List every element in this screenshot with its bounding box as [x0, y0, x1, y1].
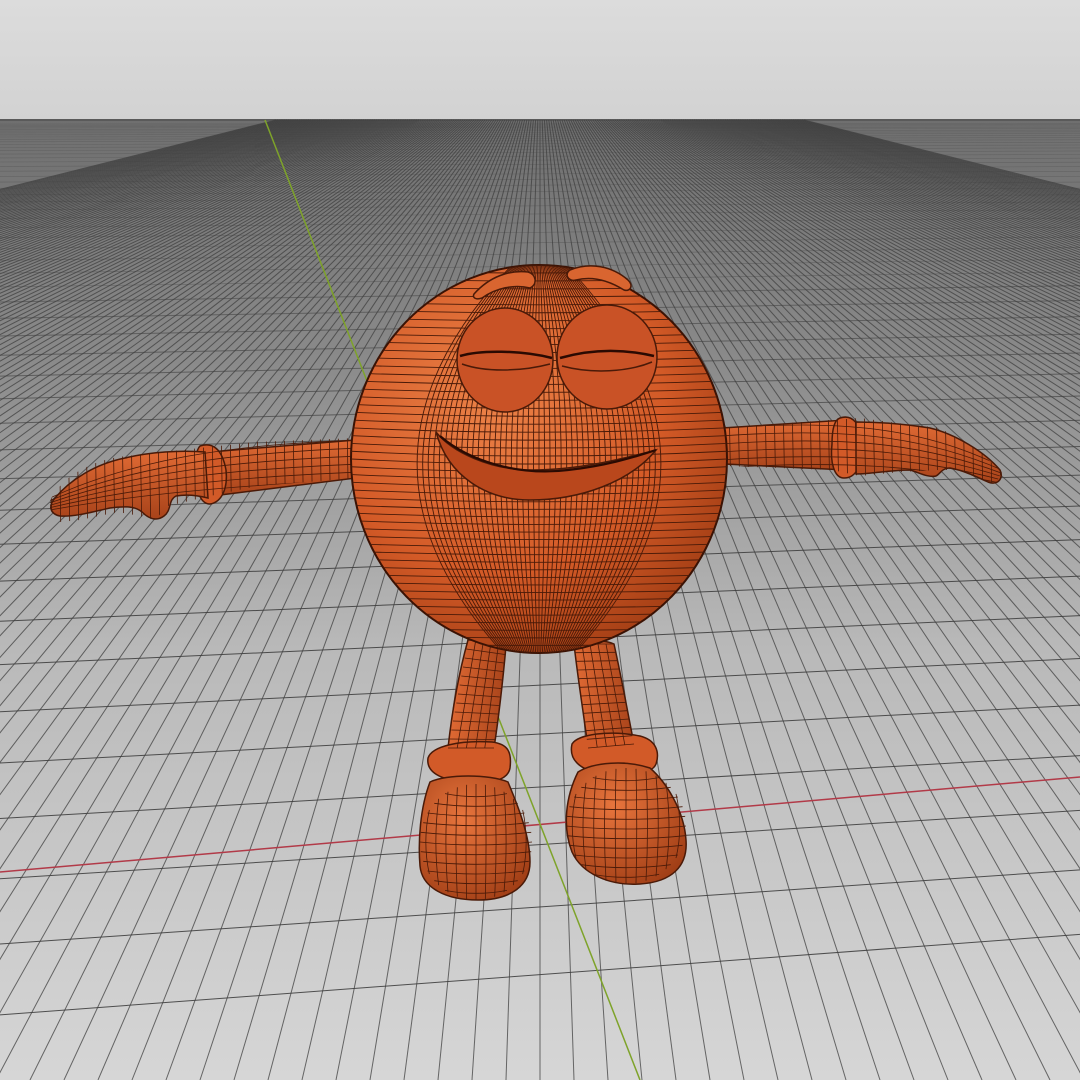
sky-background — [0, 0, 1080, 122]
left-eye — [456, 307, 554, 413]
3d-viewport[interactable] — [0, 0, 1080, 1080]
right-eye — [556, 304, 658, 410]
